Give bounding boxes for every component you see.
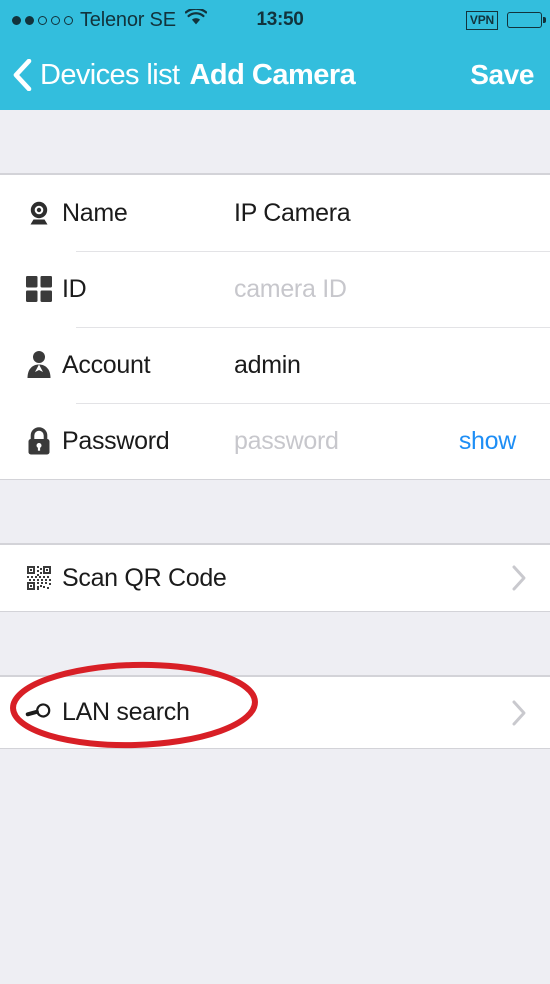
lan-search-section: LAN search bbox=[0, 676, 550, 749]
name-input[interactable]: IP Camera bbox=[234, 199, 550, 228]
spacer-top bbox=[0, 110, 550, 174]
vpn-badge: VPN bbox=[465, 10, 498, 30]
page-bottom-filler bbox=[0, 749, 550, 984]
scan-qr-section: Scan QR Code bbox=[0, 544, 550, 612]
page-title: Add Camera bbox=[189, 58, 356, 91]
password-label: Password bbox=[62, 426, 170, 455]
scan-qr-row[interactable]: Scan QR Code bbox=[0, 545, 550, 611]
qr-code-icon bbox=[16, 565, 62, 591]
webcam-icon bbox=[16, 198, 62, 228]
status-bar-right: VPN bbox=[465, 10, 546, 30]
spacer-middle-2 bbox=[0, 612, 550, 676]
back-button-label: Devices list bbox=[40, 58, 180, 91]
save-button[interactable]: Save bbox=[470, 59, 534, 91]
status-bar: Telenor SE 13:50 VPN bbox=[0, 0, 550, 40]
back-button[interactable]: Devices list bbox=[12, 58, 180, 92]
spacer-middle-1 bbox=[0, 480, 550, 544]
password-input[interactable]: password bbox=[234, 427, 459, 456]
chevron-left-icon bbox=[13, 59, 32, 91]
magnifier-icon bbox=[16, 698, 62, 728]
navigation-bar: Devices list Add Camera Save bbox=[0, 40, 550, 110]
account-label: Account bbox=[62, 350, 151, 379]
person-icon bbox=[16, 350, 62, 380]
lan-search-row[interactable]: LAN search bbox=[0, 677, 550, 748]
lock-icon bbox=[16, 426, 62, 456]
chevron-right-icon bbox=[511, 564, 528, 592]
name-label: Name bbox=[62, 198, 128, 227]
account-row[interactable]: Account admin bbox=[0, 327, 550, 403]
grid-icon bbox=[16, 275, 62, 303]
camera-credentials-section: Name IP Camera ID camera ID Account admi… bbox=[0, 174, 550, 480]
id-row[interactable]: ID camera ID bbox=[0, 251, 550, 327]
chevron-right-icon bbox=[511, 699, 528, 727]
scan-qr-label: Scan QR Code bbox=[62, 563, 227, 592]
password-row[interactable]: Password password show bbox=[0, 403, 550, 479]
show-password-button[interactable]: show bbox=[459, 427, 516, 456]
id-label: ID bbox=[62, 274, 87, 303]
account-input[interactable]: admin bbox=[234, 351, 550, 380]
name-row[interactable]: Name IP Camera bbox=[0, 175, 550, 251]
battery-icon bbox=[507, 12, 546, 28]
id-input[interactable]: camera ID bbox=[234, 275, 550, 304]
lan-search-label: LAN search bbox=[62, 698, 190, 726]
